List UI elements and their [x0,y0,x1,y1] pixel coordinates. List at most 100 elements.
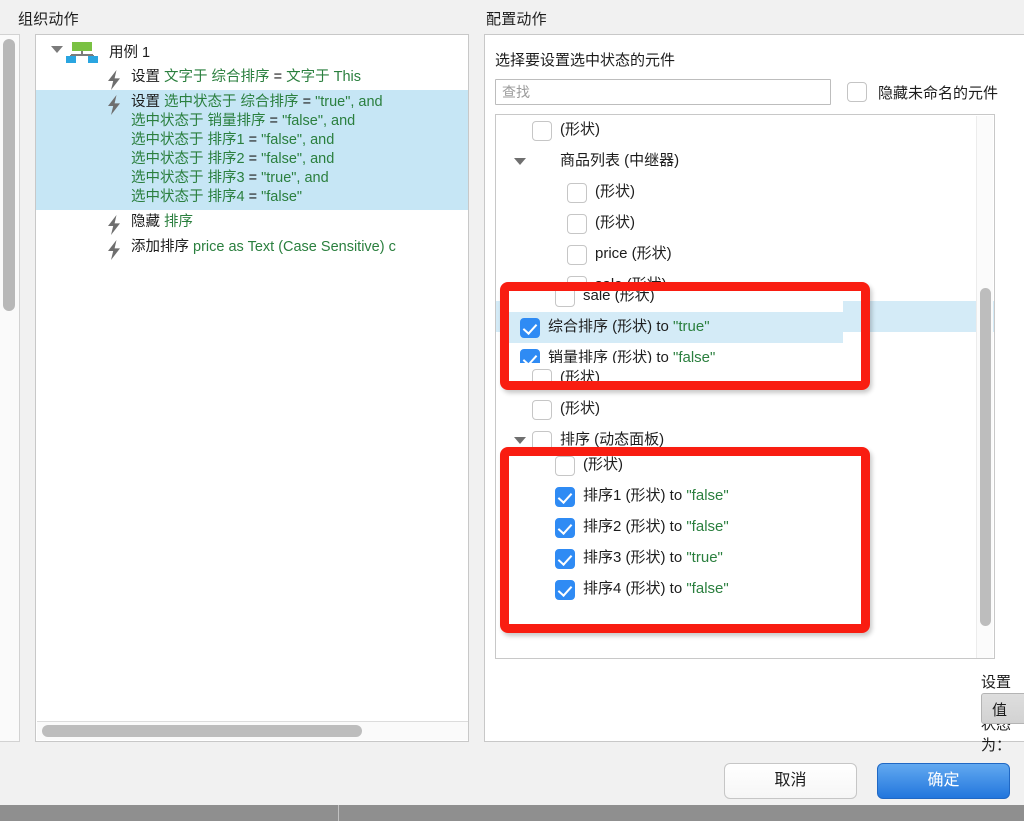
widget-tree-row[interactable]: 排序 (动态面板) [496,425,994,456]
cancel-button[interactable]: 取消 [724,763,857,799]
action-text-segment: = [298,94,316,110]
configure-actions-subtitle: 选择要设置选中状态的元件 [495,52,676,69]
widget-tree-row-label: (形状) [560,369,600,386]
checkbox-checked[interactable] [520,318,540,338]
action-text-segment: 隐藏 [131,214,165,230]
checkbox-checked[interactable] [555,580,575,600]
organize-actions-title: 组织动作 [18,11,79,28]
action-text-segment: 选中状态于 综合排序 [164,94,299,110]
lightning-bolt-icon [106,95,122,115]
ok-button[interactable]: 确定 [877,763,1010,799]
action-text-line: 设置 选中状态于 综合排序 = "true", and [131,93,468,112]
search-input[interactable] [495,79,831,105]
widget-tree-row[interactable]: (形状) [496,363,994,394]
organize-actions-panel: 用例 1 设置 文字于 综合排序 = 文字于 This 设置 选中状态于 综合排序 … [35,34,469,742]
widget-tree-row-label: 商品列表 (中继器) [560,152,680,169]
action-text-line: 选中状态于 销量排序 = "false", and [131,112,468,131]
action-text-segment: "true", and [261,170,329,186]
dialog-window: 组织动作 配置动作 用例 1 设置 文字于 综合排序 = 文字于 This 设置 选… [0,0,1024,821]
widget-tree-row[interactable]: 排序4 (形状) to "false" [509,574,843,605]
action-row[interactable]: 添加排序 price as Text (Case Sensitive) c [36,235,468,260]
action-text-segment: 排序 [164,214,194,230]
widget-tree-row-label: 排序2 (形状) to "false" [583,518,729,535]
action-tree-hscrollbar-track[interactable] [37,721,468,740]
action-row[interactable]: 设置 文字于 综合排序 = 文字于 This [36,65,468,90]
set-state-type-value: 值 [992,702,1008,719]
widget-tree-row-label: 排序 (动态面板) [560,431,665,448]
action-text-segment: 设置 [131,94,165,110]
action-tree-hscrollbar-thumb[interactable] [42,725,362,737]
left-panel-scrollbar-track[interactable] [0,34,20,742]
action-text-segment: = [269,69,287,85]
action-text-line: 选中状态于 排序1 = "false", and [131,131,468,150]
left-panel-scrollbar-thumb[interactable] [3,39,15,311]
action-row[interactable]: 隐藏 排序 [36,210,468,235]
widget-tree-row-value: "false" [673,349,716,363]
widget-tree-row-value: "false" [686,487,729,504]
widget-tree-row-label: (形状) [560,400,600,417]
action-text-segment: "false", and [282,113,356,129]
disclosure-triangle-icon[interactable] [514,158,526,165]
disclosure-triangle-icon[interactable] [514,437,526,444]
checkbox-unchecked[interactable] [532,431,552,451]
checkbox-unchecked[interactable] [532,369,552,389]
widget-tree-row[interactable]: 商品列表 (中继器) [496,146,994,177]
widget-tree-row-label: 销量排序 (形状) to "false" [548,348,715,363]
annotation-rows-overlay: sale (形状) 综合排序 (形状) to "true" 销量排序 (形状) to… [509,291,843,363]
widget-tree-row-label: 排序3 (形状) to "true" [583,549,723,566]
checkbox-unchecked[interactable] [567,214,587,234]
action-text-segment: 设置 [131,69,165,85]
checkbox-unchecked[interactable] [532,400,552,420]
widget-tree-row[interactable]: 销量排序 (形状) to "false" [509,343,843,363]
widget-tree-row[interactable]: 排序3 (形状) to "true" [509,543,843,574]
widget-tree-vscrollbar-track[interactable] [976,116,993,658]
checkbox-unchecked[interactable] [532,121,552,141]
action-tree-root-row[interactable]: 用例 1 [36,35,468,65]
widget-tree-row[interactable]: (形状) [496,177,994,208]
hide-unnamed-label: 隐藏未命名的元件 [878,85,999,102]
lightning-bolt-icon [106,240,122,260]
set-state-type-dropdown[interactable]: 值 [981,693,1024,724]
widget-tree-row[interactable]: (形状) [496,115,994,146]
widget-tree-vscrollbar-thumb[interactable] [980,288,991,626]
lightning-bolt-icon [106,70,122,90]
configure-actions-title: 配置动作 [486,11,547,28]
action-text-segment: 文字于 综合排序 [164,69,270,85]
bottom-strip-divider [338,805,339,821]
hide-unnamed-checkbox[interactable] [847,82,867,102]
action-row[interactable]: 设置 选中状态于 综合排序 = "true", and 选中状态于 销量排序 = … [36,90,468,210]
widget-tree-row[interactable]: (形状) [496,208,994,239]
annotation-rows-overlay: (形状) 排序1 (形状) to "false" 排序2 (形状) to "fals… [509,456,843,606]
action-text-segment: = [244,189,262,205]
checkbox-unchecked[interactable] [567,245,587,265]
widget-tree-row[interactable]: (形状) [509,456,843,481]
widget-tree-row[interactable]: 综合排序 (形状) to "true" [509,312,843,343]
widget-tree-row-label: (形状) [560,121,600,138]
checkbox-unchecked[interactable] [567,183,587,203]
disclosure-triangle-icon[interactable] [51,46,63,53]
widget-tree-row-label: (形状) [583,456,623,473]
widget-tree-row-value: "false" [686,518,729,535]
widget-tree-row-label: sale (形状) [583,291,655,304]
widget-tree-row[interactable]: sale (形状) [509,291,843,312]
action-text-segment: "false" [261,189,303,205]
checkbox-checked[interactable] [520,349,540,363]
widget-tree-row-value: "true" [673,318,710,335]
checkbox-unchecked[interactable] [555,291,575,307]
checkbox-checked[interactable] [555,487,575,507]
checkbox-checked[interactable] [555,549,575,569]
checkbox-checked[interactable] [555,518,575,538]
action-text-segment: 文字于 This [286,69,362,85]
checkbox-unchecked[interactable] [555,456,575,476]
widget-tree-row[interactable]: (形状) [496,394,994,425]
action-text-line: 选中状态于 排序4 = "false" [131,188,468,207]
widget-tree-row[interactable]: price (形状) [496,239,994,270]
widget-tree-row-label: (形状) [595,214,635,231]
action-text-segment: = [265,113,283,129]
search-row: 隐藏未命名的元件 [495,79,1019,105]
action-text-segment: 选中状态于 销量排序 [131,113,266,129]
action-text-segment: price as Text (Case Sensitive) c [193,239,396,255]
widget-tree-row[interactable]: 排序2 (形状) to "false" [509,512,843,543]
action-text-line: 添加排序 price as Text (Case Sensitive) c [131,238,468,257]
widget-tree-row[interactable]: 排序1 (形状) to "false" [509,481,843,512]
